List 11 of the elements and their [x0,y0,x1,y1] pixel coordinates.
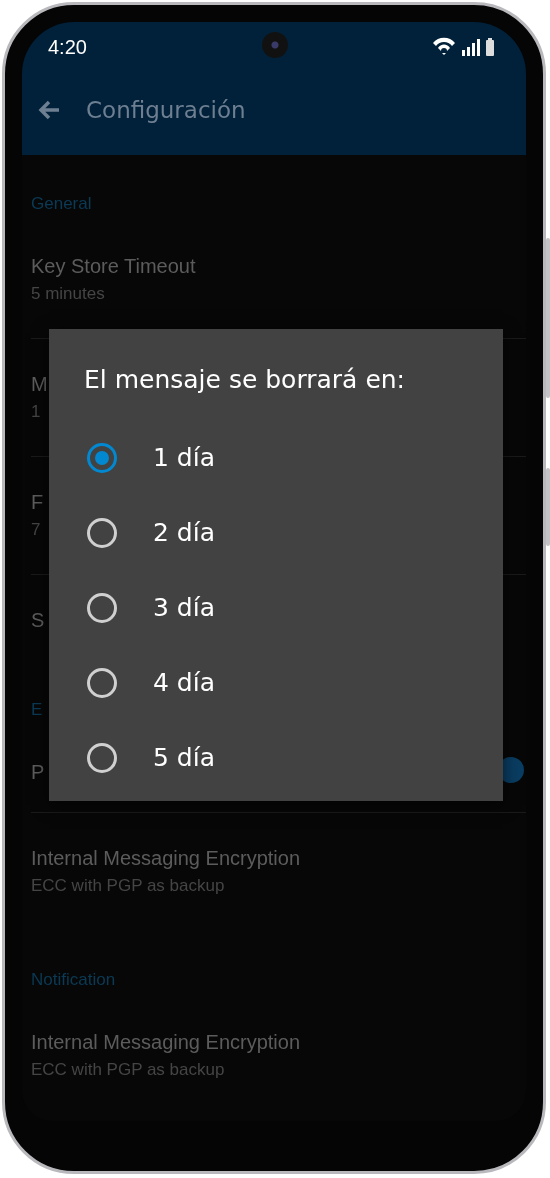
screen-title: Configuración [86,97,246,123]
setting-value: 1 [31,401,41,423]
section-header: General [31,194,92,213]
setting-value: 5 minutes [31,283,105,305]
section-header: E [31,700,43,719]
setting-value: 7 [31,519,41,541]
section-header: Notification [31,970,116,989]
setting-value: ECC with PGP as backup [31,1059,225,1081]
setting-value: ECC with PGP as backup [31,875,225,897]
dialog-title: El mensaje se borrará en: [83,365,407,394]
status-time: 4:20 [48,35,87,59]
